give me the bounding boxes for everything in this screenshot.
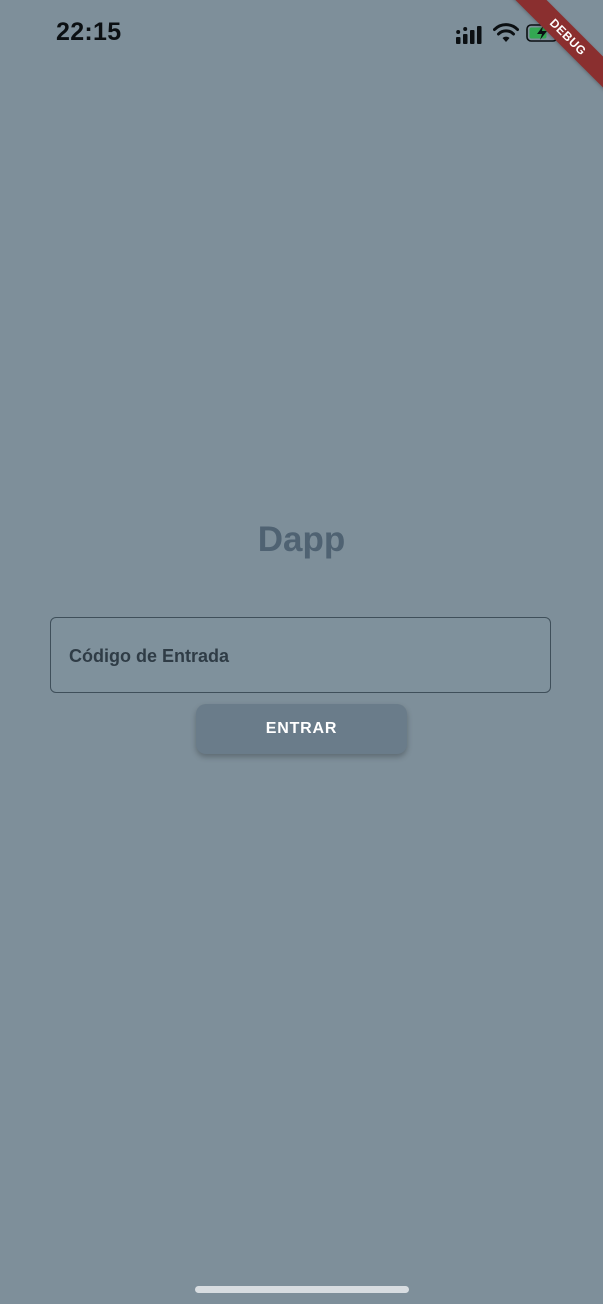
debug-banner: DEBUG: [493, 0, 603, 110]
enter-button[interactable]: ENTRAR: [196, 704, 407, 754]
home-indicator: [195, 1286, 409, 1293]
status-time: 22:15: [56, 18, 122, 46]
code-input-container: [50, 617, 551, 694]
app-title: Dapp: [257, 520, 346, 559]
entry-code-input[interactable]: [67, 618, 541, 694]
debug-banner-label: DEBUG: [507, 0, 603, 98]
signal-icon: [456, 26, 482, 44]
